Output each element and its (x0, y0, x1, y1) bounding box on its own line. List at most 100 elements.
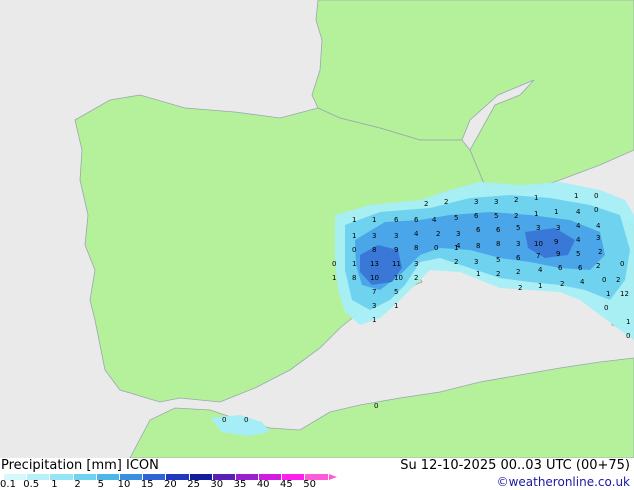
map-label: 11 (392, 260, 401, 268)
map-label: 5 (394, 288, 398, 296)
map-label: 0 (620, 260, 624, 268)
map-label: 6 (516, 254, 521, 262)
map-label: 2 (414, 274, 418, 282)
credit-link[interactable]: ©weatheronline.co.uk (497, 475, 630, 489)
map-label: 8 (496, 240, 500, 248)
map-label: 0 (222, 416, 226, 424)
map-label: 0 (352, 246, 356, 254)
map-label: 3 (456, 230, 460, 238)
map-label: 4 (596, 222, 601, 230)
map-label: 0 (244, 416, 248, 424)
map-label: 3 (394, 232, 398, 240)
map-label: 1 (372, 216, 376, 224)
map-label: 3 (494, 198, 498, 206)
map-label: 0 (602, 276, 606, 284)
legend-tick-label: 45 (280, 479, 293, 490)
map-label: 10 (534, 240, 543, 248)
legend-tick-label: 0.1 (0, 479, 16, 490)
map-label: 3 (414, 260, 418, 268)
map-label: 4 (414, 230, 419, 238)
map-label: 1 (606, 290, 610, 298)
map-label: 8 (476, 242, 480, 250)
map-label: 5 (454, 214, 458, 222)
map-label: 4 (432, 216, 437, 224)
map-label: 5 (496, 256, 500, 264)
map-label: 2 (436, 230, 440, 238)
map-label: 0 (332, 260, 336, 268)
legend-tick-label: 2 (74, 479, 81, 490)
map-label: 1 (554, 208, 558, 216)
map-label: 4 (576, 208, 581, 216)
map-label: 1 (574, 192, 578, 200)
map-label: 6 (474, 212, 479, 220)
map-label: 1 (394, 302, 398, 310)
map-label: 6 (394, 216, 399, 224)
legend-tick-label: 40 (256, 479, 270, 490)
legend-tick-label: 5 (97, 479, 104, 490)
map-label: 9 (554, 238, 558, 246)
map-label: 9 (556, 250, 560, 258)
legend-tick-label: 0.5 (23, 479, 40, 490)
map-label: 4 (576, 222, 581, 230)
map-label: 1 (626, 318, 630, 326)
map-label: 1 (476, 270, 480, 278)
map-label: 7 (372, 288, 376, 296)
map-label: 2 (454, 258, 458, 266)
map-label: 3 (372, 302, 376, 310)
map-label: 0 (434, 244, 438, 252)
map-label: 0 (374, 402, 378, 410)
map-label: 13 (370, 260, 379, 268)
map-label: 6 (496, 226, 501, 234)
map-label: 1 (538, 282, 542, 290)
map-label: 1 (332, 274, 336, 282)
map-label: 9 (394, 246, 398, 254)
map-label: 2 (514, 196, 518, 204)
legend-tick-label: 35 (233, 479, 247, 490)
map-label: 0 (594, 192, 598, 200)
map-label: 12 (620, 290, 629, 298)
map-label: 3 (556, 224, 560, 232)
map-label: 3 (596, 234, 600, 242)
map-label: 1 (372, 316, 376, 324)
map-label: 1 (352, 232, 356, 240)
legend-tick-label: 1 (51, 479, 58, 490)
map-label: 0 (604, 304, 608, 312)
map-label: 6 (476, 226, 481, 234)
map-label: 2 (518, 284, 522, 292)
legend-tick-label: 25 (187, 479, 200, 490)
map-label: 1 (352, 260, 356, 268)
legend-labels: 0.1 0.5 1 2 5 10 15 20 25 30 35 40 45 50 (0, 480, 340, 490)
map-label: 3 (474, 258, 478, 266)
map-label: 10 (394, 274, 403, 282)
map-label: 4 (580, 278, 585, 286)
map-label: 1 (534, 194, 538, 202)
legend-tick-label: 20 (164, 479, 177, 490)
map-label: 2 (424, 200, 428, 208)
map-label: 6 (558, 264, 563, 272)
legend-tick-label: 10 (117, 479, 131, 490)
map-label: 1 (534, 210, 538, 218)
map-label: 0 (626, 332, 630, 340)
map-label: 4 (538, 266, 543, 274)
map-label: 3 (474, 198, 478, 206)
map-label: 7 (536, 252, 540, 260)
valid-time: Su 12-10-2025 00..03 UTC (00+75) (400, 458, 630, 473)
map-label: 2 (496, 270, 500, 278)
map-label: 4 (456, 242, 461, 250)
precipitation-map: 1 1 6 6 4 5 6 5 2 1 1 0 1 3 3 4 2 3 6 6 … (0, 0, 634, 458)
map-label: 2 (516, 268, 520, 276)
map-label: 8 (352, 274, 356, 282)
map-label: 2 (616, 276, 620, 284)
map-label: 2 (514, 212, 518, 220)
legend-tick-label: 15 (140, 479, 154, 490)
map-label: 3 (536, 224, 540, 232)
map-label: 10 (370, 274, 379, 282)
map-title: Precipitation [mm] ICON (1, 458, 159, 473)
map-label: 8 (372, 246, 376, 254)
map-label: 2 (596, 262, 600, 270)
map-label: 2 (444, 198, 448, 206)
map-label: 5 (576, 250, 580, 258)
map-label: 5 (494, 212, 498, 220)
map-label: 2 (560, 280, 564, 288)
map-label: 4 (576, 236, 581, 244)
